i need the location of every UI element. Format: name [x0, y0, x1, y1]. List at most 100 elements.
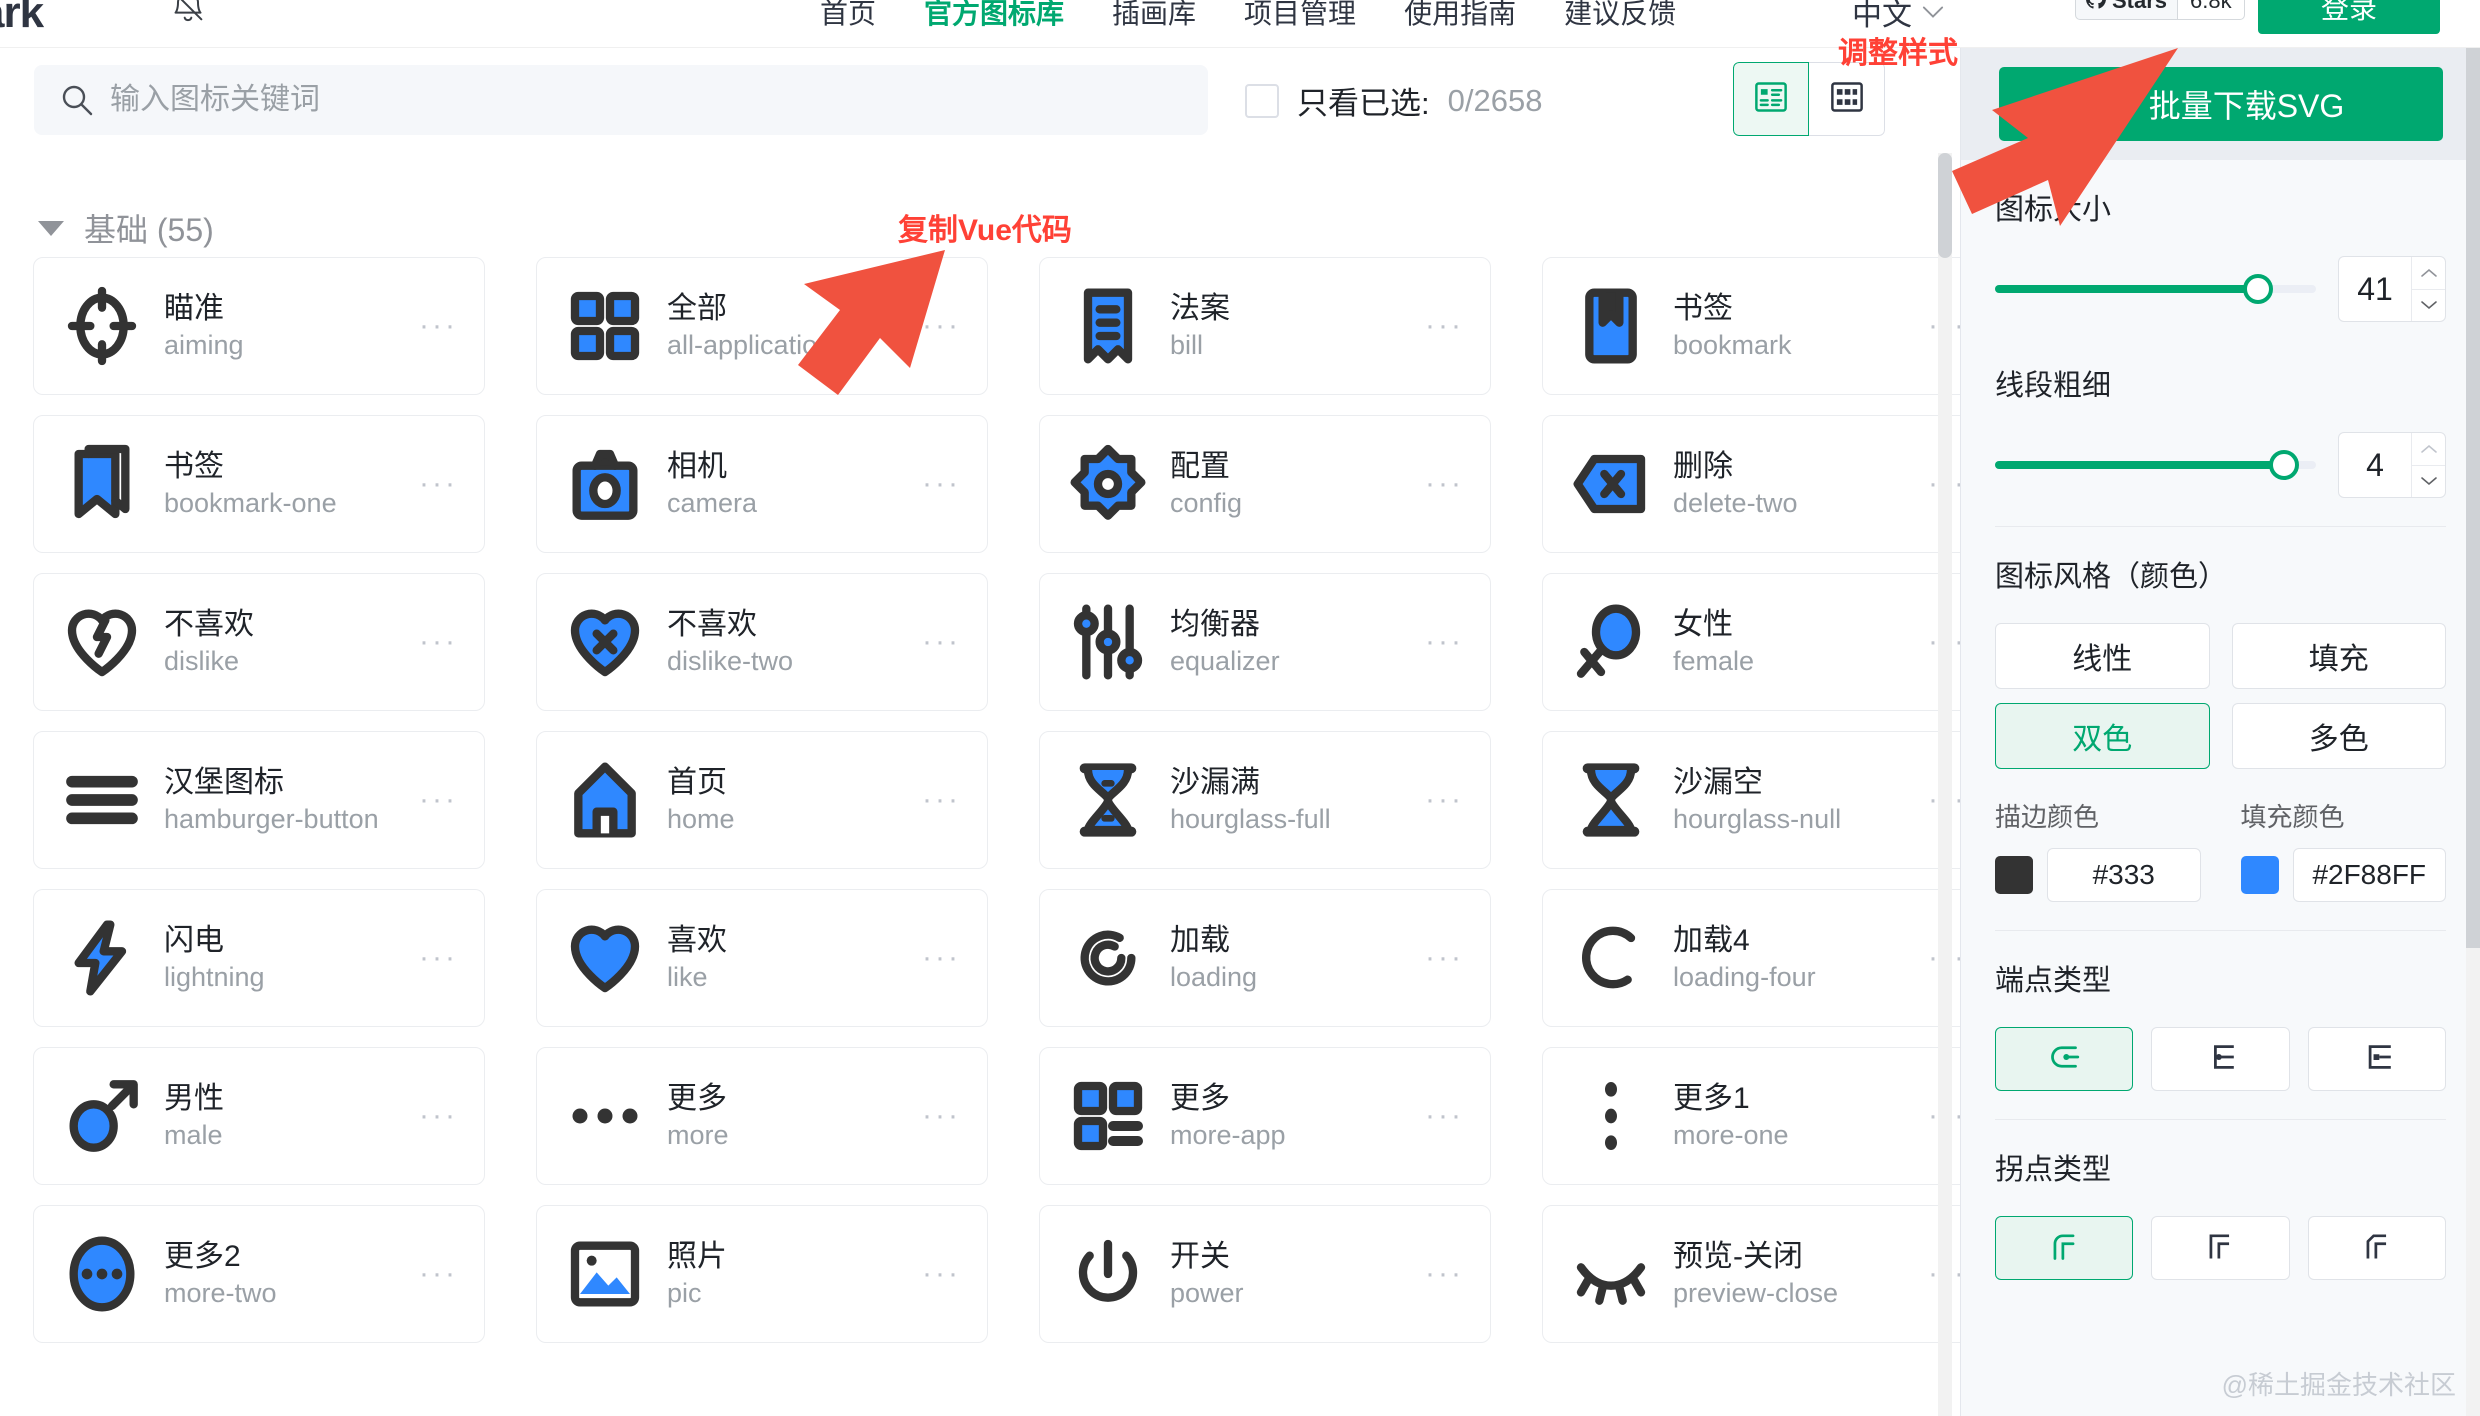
- icon-card-menu-button[interactable]: ···: [922, 1257, 961, 1291]
- icon-size-slider[interactable]: [1995, 274, 2316, 304]
- icon-card-menu-button[interactable]: ···: [922, 1099, 961, 1133]
- linejoin-bevel-button[interactable]: [2307, 1216, 2446, 1280]
- search-box[interactable]: [34, 65, 1208, 135]
- nav-item-projects[interactable]: 项目管理: [1244, 0, 1356, 32]
- icon-card[interactable]: 更多 more-app ···: [1039, 1047, 1491, 1185]
- icon-size-decrement[interactable]: [2412, 288, 2445, 322]
- icon-card-menu-button[interactable]: ···: [1425, 625, 1464, 659]
- icon-card[interactable]: 删除delete-two···: [1542, 415, 1960, 553]
- icon-card-menu-button[interactable]: ···: [1425, 941, 1464, 975]
- icon-card[interactable]: 书签 bookmark-one ···: [33, 415, 485, 553]
- icon-card[interactable]: 首页 home ···: [536, 731, 988, 869]
- linejoin-round-button[interactable]: [1995, 1216, 2134, 1280]
- icon-card[interactable]: 全部 all-application ···: [536, 257, 988, 395]
- search-input[interactable]: [110, 83, 1120, 117]
- batch-download-svg-button[interactable]: 批量下载SVG: [1998, 67, 2443, 141]
- icon-card[interactable]: 喜欢 like ···: [536, 889, 988, 1027]
- icon-card[interactable]: 瞄准 aiming ···: [33, 257, 485, 395]
- stroke-width-stepper[interactable]: 4: [2338, 432, 2446, 498]
- linecap-butt-button[interactable]: [2151, 1027, 2290, 1091]
- stars-count[interactable]: 6.8k: [2177, 0, 2245, 20]
- icon-card[interactable]: 不喜欢 dislike ···: [33, 573, 485, 711]
- stroke-width-slider[interactable]: [1995, 450, 2316, 480]
- icon-card[interactable]: 书签bookmark···: [1542, 257, 1960, 395]
- icon-card-menu-button[interactable]: ···: [1425, 783, 1464, 817]
- style-option-outline[interactable]: 线性: [1995, 623, 2210, 689]
- bell-off-icon[interactable]: [168, 0, 208, 26]
- stroke-width-increment[interactable]: [2412, 433, 2445, 465]
- icon-card-meta: 不喜欢 dislike-two: [667, 608, 793, 677]
- icon-card[interactable]: 男性 male ···: [33, 1047, 485, 1185]
- stroke-width-value[interactable]: 4: [2339, 433, 2411, 497]
- stroke-color-swatch[interactable]: [1995, 856, 2033, 894]
- icon-card-menu-button[interactable]: ···: [1425, 467, 1464, 501]
- icon-card[interactable]: 均衡器 equalizer ···: [1039, 573, 1491, 711]
- nav-item-guide[interactable]: 使用指南: [1404, 0, 1516, 32]
- icon-card[interactable]: 开关 power ···: [1039, 1205, 1491, 1343]
- icon-card[interactable]: 配置 config ···: [1039, 415, 1491, 553]
- icon-card[interactable]: 女性female···: [1542, 573, 1960, 711]
- icon-card-menu-button[interactable]: ···: [1425, 1099, 1464, 1133]
- style-option-two-tone[interactable]: 双色: [1995, 703, 2210, 769]
- icon-size-stepper[interactable]: 41: [2338, 256, 2446, 322]
- icon-card-menu-button[interactable]: ···: [419, 309, 458, 343]
- icon-card[interactable]: 法案 bill ···: [1039, 257, 1491, 395]
- view-list-button[interactable]: [1733, 62, 1809, 136]
- category-header[interactable]: 基础 (55): [38, 205, 214, 251]
- nav-item-illustrations[interactable]: 插画库: [1112, 0, 1196, 32]
- linecap-round-button[interactable]: [1995, 1027, 2134, 1091]
- icon-card[interactable]: 相机 camera ···: [536, 415, 988, 553]
- icon-size-slider-knob[interactable]: [2243, 274, 2274, 304]
- icon-card-menu-button[interactable]: ···: [1425, 309, 1464, 343]
- site-logo[interactable]: ark: [0, 0, 44, 38]
- camera-icon: [563, 442, 647, 526]
- icon-card-menu-button[interactable]: ···: [419, 1257, 458, 1291]
- linejoin-miter-button[interactable]: [2151, 1216, 2290, 1280]
- icon-card[interactable]: 不喜欢 dislike-two ···: [536, 573, 988, 711]
- main-scrollbar-track[interactable]: [1938, 153, 1952, 1416]
- icon-card[interactable]: 汉堡图标 hamburger-button ···: [33, 731, 485, 869]
- view-grid-button[interactable]: [1809, 62, 1885, 136]
- panel-scrollbar-thumb[interactable]: [2466, 48, 2480, 948]
- nav-item-official-icons[interactable]: 官方图标库: [924, 0, 1064, 32]
- icon-card[interactable]: 加载4loading-four···: [1542, 889, 1960, 1027]
- icon-card[interactable]: 预览-关闭preview-close···: [1542, 1205, 1960, 1343]
- fill-color-swatch[interactable]: [2240, 856, 2279, 894]
- icon-card-menu-button[interactable]: ···: [419, 625, 458, 659]
- icon-card-menu-button[interactable]: ···: [922, 625, 961, 659]
- icon-card[interactable]: 更多1more-one···: [1542, 1047, 1960, 1185]
- stroke-width-decrement[interactable]: [2412, 464, 2445, 498]
- icon-card-menu-button[interactable]: ···: [1425, 1257, 1464, 1291]
- icon-card-menu-button[interactable]: ···: [419, 467, 458, 501]
- icon-card[interactable]: 更多 more ···: [536, 1047, 988, 1185]
- only-selected-toggle[interactable]: 只看已选: 0/2658: [1245, 78, 1542, 123]
- stroke-color-value[interactable]: #333: [2047, 848, 2201, 902]
- icon-card-menu-button[interactable]: ···: [419, 783, 458, 817]
- icon-card-menu-button[interactable]: ···: [922, 467, 961, 501]
- icon-card-menu-button[interactable]: ···: [922, 941, 961, 975]
- main-scrollbar-thumb[interactable]: [1938, 153, 1952, 258]
- nav-item-home[interactable]: 首页: [820, 0, 876, 32]
- fill-color-value[interactable]: #2F88FF: [2292, 848, 2446, 902]
- icon-card[interactable]: 照片 pic ···: [536, 1205, 988, 1343]
- icon-card-menu-button[interactable]: ···: [419, 1099, 458, 1133]
- nav-item-feedback[interactable]: 建议反馈: [1564, 0, 1676, 32]
- login-button[interactable]: 登录: [2258, 0, 2440, 34]
- icon-size-increment[interactable]: [2412, 257, 2445, 289]
- icon-card[interactable]: 沙漏满 hourglass-full ···: [1039, 731, 1491, 869]
- icon-card[interactable]: 闪电 lightning ···: [33, 889, 485, 1027]
- icon-card[interactable]: 沙漏空hourglass-null···: [1542, 731, 1960, 869]
- icon-card[interactable]: 加载 loading ···: [1039, 889, 1491, 1027]
- icon-card-menu-button[interactable]: ···: [922, 783, 961, 817]
- style-option-filled[interactable]: 填充: [2231, 623, 2446, 689]
- only-selected-checkbox[interactable]: [1245, 83, 1279, 118]
- icon-card[interactable]: 更多2 more-two ···: [33, 1205, 485, 1343]
- stroke-width-slider-knob[interactable]: [2268, 450, 2299, 480]
- github-stars-badge[interactable]: Stars 6.8k: [2075, 0, 2245, 20]
- icon-card-menu-button[interactable]: ···: [419, 941, 458, 975]
- icon-size-value[interactable]: 41: [2339, 257, 2411, 321]
- stars-button[interactable]: Stars: [2075, 0, 2178, 20]
- icon-card-menu-button[interactable]: ···: [922, 309, 961, 343]
- style-option-multi-color[interactable]: 多色: [2231, 703, 2446, 769]
- linecap-square-button[interactable]: [2307, 1027, 2446, 1091]
